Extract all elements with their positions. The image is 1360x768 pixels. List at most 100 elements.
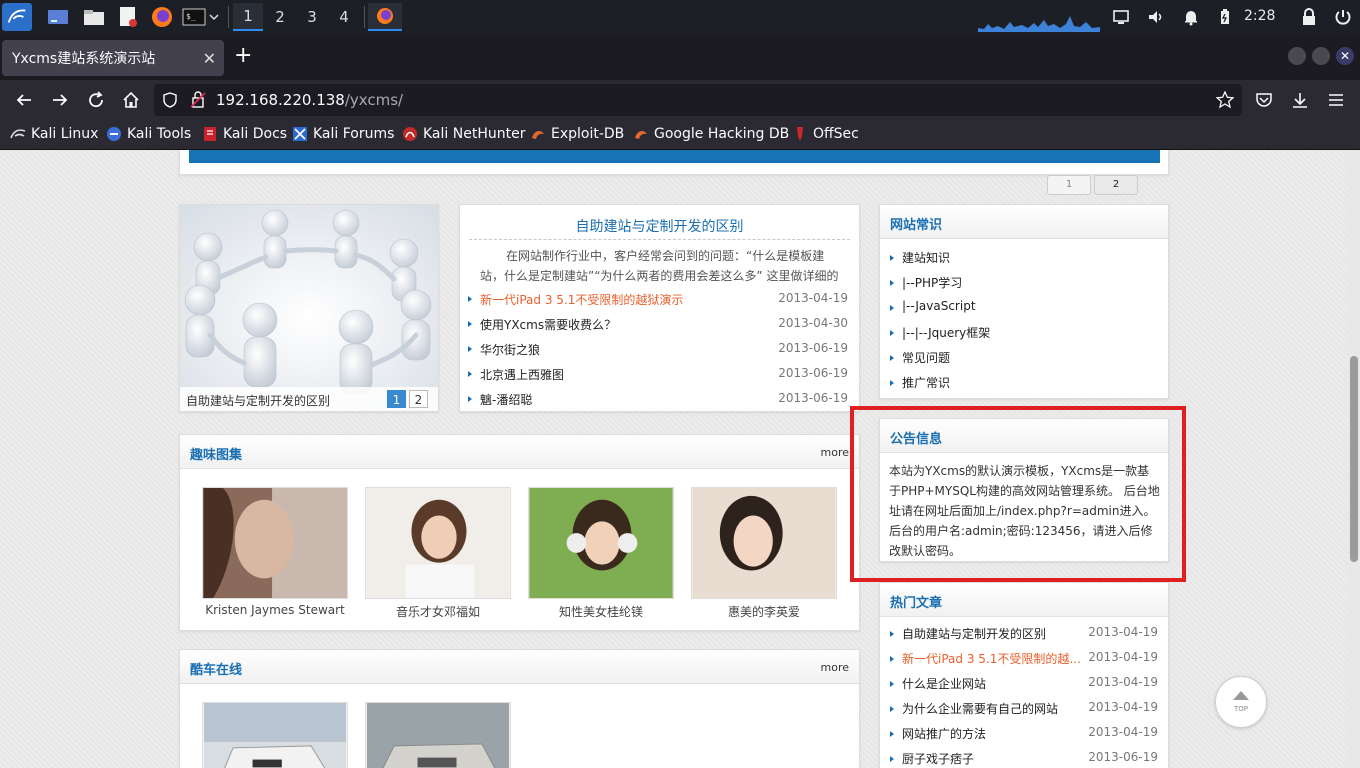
- car-photo[interactable]: [365, 702, 511, 768]
- show-desktop-icon[interactable]: [44, 3, 72, 31]
- category-item[interactable]: 建站知识: [890, 249, 1160, 274]
- news-item[interactable]: 使用YXcms需要收费么？ 2013-04-30: [468, 314, 848, 339]
- gallery-photo[interactable]: [691, 487, 837, 599]
- tab-close-icon[interactable]: ✕: [203, 49, 216, 68]
- back-to-top-button[interactable]: TOP: [1215, 676, 1267, 728]
- hot-article-item[interactable]: 厨子戏子痞子 2013-06-19: [890, 750, 1160, 768]
- news-slideshow[interactable]: 自助建站与定制开发的区别 1 2: [179, 204, 439, 412]
- kali-menu-icon[interactable]: [2, 3, 32, 31]
- bookmark-exploit-db[interactable]: Exploit-DB: [530, 126, 624, 142]
- hot-article-title[interactable]: 自助建站与定制开发的区别: [902, 625, 1046, 642]
- cars-more-link[interactable]: more: [821, 661, 850, 674]
- url-bar[interactable]: 192.168.220.138/yxcms/: [154, 84, 1242, 116]
- notice-title[interactable]: 公告信息: [890, 428, 942, 447]
- shield-icon[interactable]: [162, 92, 178, 108]
- workspace-1[interactable]: 1: [233, 3, 263, 31]
- gallery-photo[interactable]: [365, 487, 511, 599]
- gallery-photo[interactable]: [528, 487, 674, 599]
- firefox-launcher-icon[interactable]: [148, 3, 176, 31]
- workspace-2[interactable]: 2: [265, 3, 295, 31]
- knowledge-title[interactable]: 网站常识: [890, 214, 942, 233]
- news-item[interactable]: 北京遇上西雅图 2013-06-19: [468, 364, 848, 389]
- hot-article-item[interactable]: 为什么企业需要有自己的网站 2013-04-19: [890, 700, 1160, 725]
- category-label[interactable]: |--|--Jquery框架: [902, 324, 990, 341]
- scrollbar-thumb[interactable]: [1350, 356, 1358, 562]
- bookmark-offsec[interactable]: OffSec: [792, 126, 859, 142]
- gallery-caption[interactable]: 音乐才女邓福如: [345, 603, 531, 620]
- category-label[interactable]: 推广常识: [902, 374, 950, 391]
- terminal-icon[interactable]: $_: [180, 3, 222, 31]
- hot-article-title[interactable]: 厨子戏子痞子: [902, 750, 974, 767]
- close-window-button[interactable]: ✕: [1336, 47, 1354, 65]
- hot-article-item[interactable]: 新一代iPad 3 5.1不受限制的越... 2013-04-19: [890, 650, 1160, 675]
- hot-article-title[interactable]: 什么是企业网站: [902, 675, 986, 692]
- bookmark-google-hacking-db[interactable]: Google Hacking DB: [633, 126, 789, 142]
- maximize-window-button[interactable]: [1312, 47, 1330, 65]
- hot-article-title[interactable]: 网站推广的方法: [902, 725, 986, 742]
- firefox-window-icon[interactable]: [368, 3, 402, 31]
- slide-caption[interactable]: 自助建站与定制开发的区别: [186, 392, 330, 409]
- category-item[interactable]: 推广常识: [890, 374, 1160, 399]
- category-item[interactable]: 常见问题: [890, 349, 1160, 374]
- hot-article-title[interactable]: 为什么企业需要有自己的网站: [902, 700, 1058, 717]
- news-title[interactable]: 新一代iPad 3 5.1不受限制的越狱演示: [480, 291, 683, 308]
- category-label[interactable]: |--JavaScript: [902, 299, 976, 313]
- display-icon[interactable]: [1112, 8, 1130, 26]
- category-item[interactable]: |--JavaScript: [890, 299, 1160, 324]
- notification-bell-icon[interactable]: [1182, 8, 1200, 26]
- category-label[interactable]: |--PHP学习: [902, 274, 962, 291]
- insecure-lock-icon[interactable]: [190, 91, 206, 109]
- bookmark-star-icon[interactable]: [1216, 91, 1234, 109]
- news-title[interactable]: 魑-潘绍聪: [480, 391, 532, 408]
- slide-image-people-circle[interactable]: [180, 205, 438, 411]
- hot-articles-title[interactable]: 热门文章: [890, 592, 942, 611]
- clock[interactable]: 2:28: [1244, 8, 1275, 24]
- downloads-button[interactable]: [1288, 88, 1312, 112]
- file-manager-icon[interactable]: [80, 3, 108, 31]
- bookmark-kali-forums[interactable]: Kali Forums: [292, 126, 394, 142]
- news-title[interactable]: 使用YXcms需要收费么？: [480, 316, 616, 333]
- gallery-item[interactable]: Kristen Jaymes Stewart: [202, 487, 348, 617]
- banner-page-2[interactable]: 2: [1094, 175, 1138, 195]
- gallery-caption[interactable]: 惠美的李英爱: [671, 603, 857, 620]
- menu-button[interactable]: [1324, 88, 1348, 112]
- bookmark-kali-tools[interactable]: Kali Tools: [106, 126, 191, 142]
- slide-page-1[interactable]: 1: [387, 390, 406, 408]
- pocket-button[interactable]: [1252, 88, 1276, 112]
- hot-article-title[interactable]: 新一代iPad 3 5.1不受限制的越...: [902, 650, 1081, 667]
- headline-title[interactable]: 自助建站与定制开发的区别: [460, 216, 859, 236]
- gallery-caption[interactable]: 知性美女桂纶镁: [508, 603, 694, 620]
- battery-icon[interactable]: [1216, 8, 1234, 26]
- gallery-title[interactable]: 趣味图集: [190, 444, 242, 463]
- minimize-window-button[interactable]: [1288, 47, 1306, 65]
- gallery-item[interactable]: 惠美的李英爱: [691, 487, 837, 619]
- url-text[interactable]: 192.168.220.138/yxcms/: [216, 91, 403, 109]
- category-label[interactable]: 建站知识: [902, 249, 950, 266]
- category-item[interactable]: |--PHP学习: [890, 274, 1160, 299]
- category-label[interactable]: 常见问题: [902, 349, 950, 366]
- home-button[interactable]: [119, 88, 143, 112]
- logout-icon[interactable]: [1334, 8, 1352, 26]
- gallery-photo[interactable]: [202, 487, 348, 599]
- slide-page-2[interactable]: 2: [409, 390, 428, 408]
- gallery-item[interactable]: 音乐才女邓福如: [365, 487, 511, 619]
- new-tab-button[interactable]: +: [234, 45, 252, 67]
- banner-page-1[interactable]: 1: [1047, 175, 1091, 195]
- bookmark-kali-nethunter[interactable]: Kali NetHunter: [402, 126, 525, 142]
- back-button[interactable]: [12, 88, 36, 112]
- forward-button[interactable]: [48, 88, 72, 112]
- bookmark-kali-docs[interactable]: Kali Docs: [202, 126, 287, 142]
- page-viewport[interactable]: 1 2 自助建站与定制开发的区别 1 2 自助建站与定制开发的区别 在网站制作行…: [0, 150, 1360, 768]
- lock-screen-icon[interactable]: [1300, 8, 1318, 26]
- news-item[interactable]: 华尔街之狼 2013-06-19: [468, 339, 848, 364]
- gallery-caption[interactable]: Kristen Jaymes Stewart: [182, 603, 368, 617]
- banner-image[interactable]: [189, 150, 1160, 163]
- news-title[interactable]: 北京遇上西雅图: [480, 366, 564, 383]
- reload-button[interactable]: [84, 88, 108, 112]
- bookmark-kali-linux[interactable]: Kali Linux: [10, 126, 98, 142]
- car-photo[interactable]: [202, 702, 348, 768]
- news-item[interactable]: 新一代iPad 3 5.1不受限制的越狱演示 2013-04-19: [468, 289, 848, 314]
- browser-tab-active[interactable]: Yxcms建站系统演示站 ✕: [2, 40, 224, 76]
- hot-article-item[interactable]: 网站推广的方法 2013-04-19: [890, 725, 1160, 750]
- gallery-item[interactable]: 知性美女桂纶镁: [528, 487, 674, 619]
